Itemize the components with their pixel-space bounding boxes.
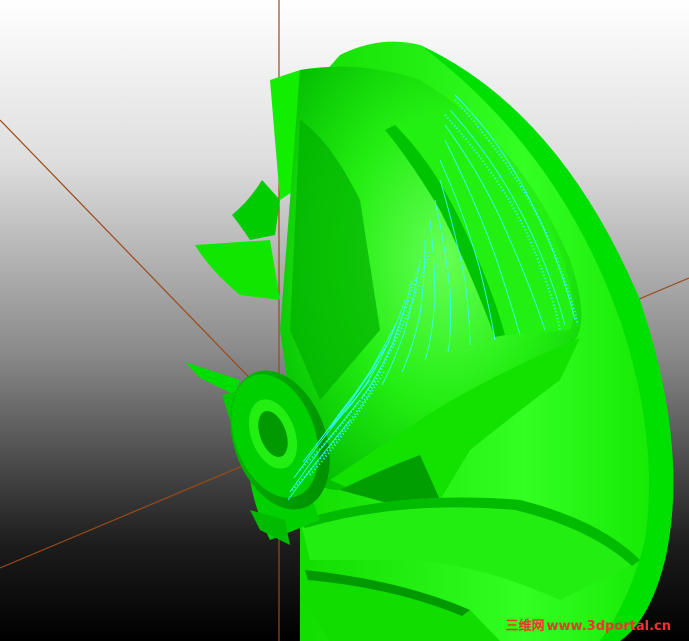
watermark-url: www.3dportal.cn bbox=[546, 619, 671, 634]
watermark: 三维网 www.3dportal.cn bbox=[506, 617, 672, 637]
3d-viewport[interactable]: 三维网 www.3dportal.cn bbox=[0, 0, 689, 641]
scene bbox=[0, 0, 689, 641]
watermark-chinese: 三维网 bbox=[505, 619, 545, 634]
